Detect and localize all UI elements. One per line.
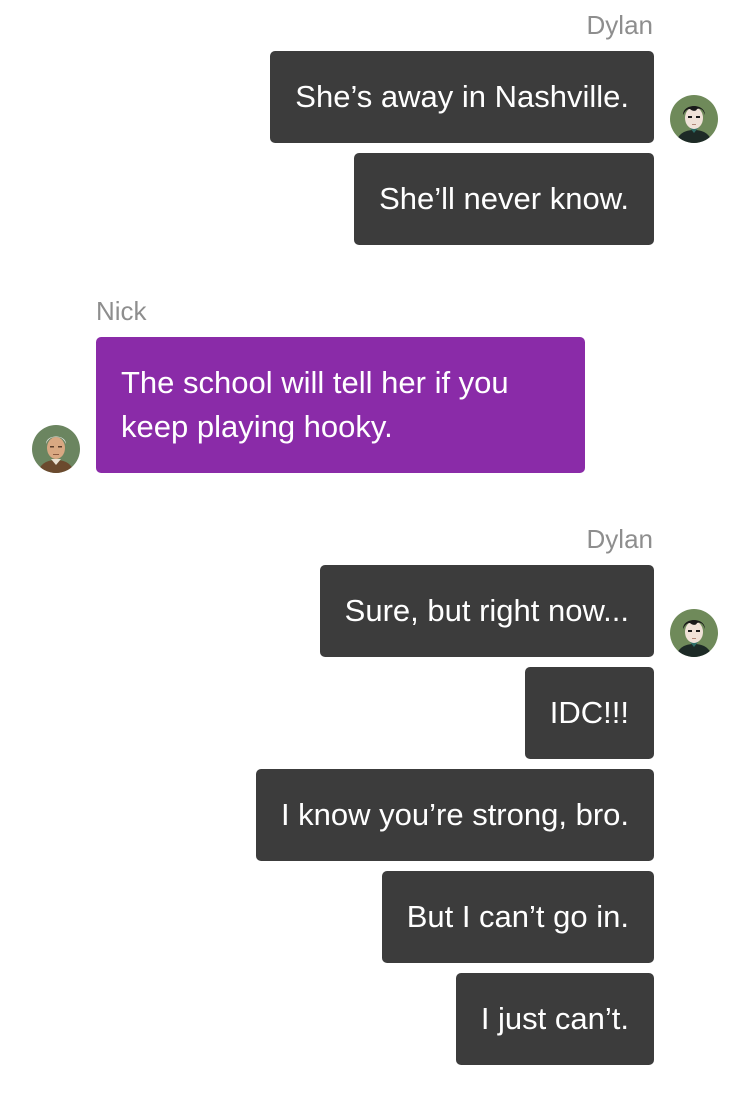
message-bubble[interactable]: She’s away in Nashville.: [270, 51, 654, 143]
nick-avatar[interactable]: [32, 425, 80, 473]
message-bubble[interactable]: She’ll never know.: [354, 153, 654, 245]
person-icon: [32, 425, 80, 473]
message-bubble[interactable]: IDC!!!: [524, 667, 654, 759]
message-text: Sure, but right now...: [344, 593, 629, 628]
message-text: I just can’t.: [480, 1001, 629, 1036]
message-bubble[interactable]: Sure, but right now...: [319, 565, 654, 657]
sender-name-nick: Nick: [96, 296, 147, 326]
message-bubble[interactable]: But I can’t go in.: [381, 871, 654, 963]
sender-name-dylan: Dylan: [586, 524, 653, 554]
message-text: The school will tell her if you keep pla…: [121, 365, 509, 444]
dylan-avatar[interactable]: [670, 95, 718, 143]
message-bubble[interactable]: I just can’t.: [455, 973, 654, 1065]
dylan-avatar[interactable]: [670, 609, 718, 657]
message-bubble[interactable]: I know you’re strong, bro.: [255, 769, 654, 861]
message-text: I know you’re strong, bro.: [280, 797, 629, 832]
person-icon: [670, 95, 718, 143]
message-text: IDC!!!: [549, 695, 629, 730]
person-icon: [670, 609, 718, 657]
message-text: But I can’t go in.: [406, 899, 629, 934]
message-bubble[interactable]: The school will tell her if you keep pla…: [96, 337, 585, 473]
message-text: She’s away in Nashville.: [295, 79, 629, 114]
sender-name-dylan: Dylan: [586, 10, 653, 40]
message-text: She’ll never know.: [379, 181, 629, 216]
